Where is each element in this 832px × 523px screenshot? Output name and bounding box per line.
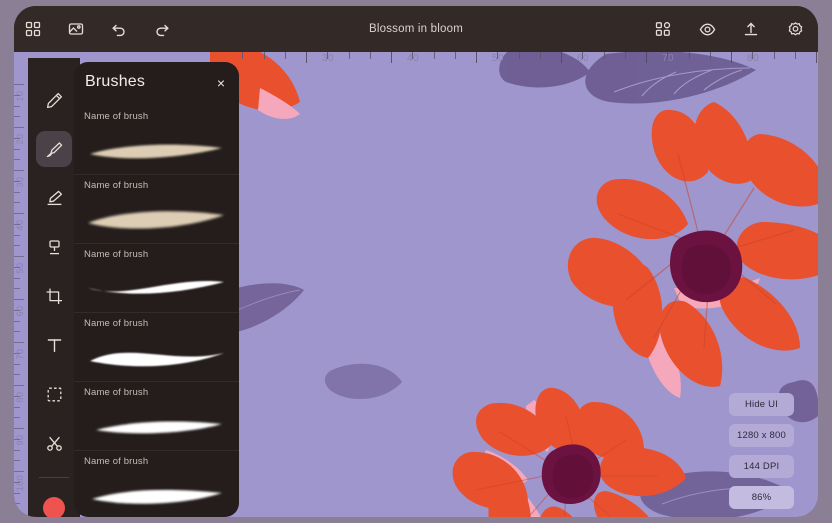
- brush-stroke-preview: [82, 473, 232, 515]
- panel-title: Brushes: [85, 73, 145, 91]
- rail-divider: [39, 477, 69, 478]
- paintbrush-tool[interactable]: [36, 131, 72, 167]
- brush-item-label: Name of brush: [84, 111, 148, 122]
- canvas-dimensions-badge[interactable]: 1280 x 800: [729, 424, 794, 447]
- select-tool[interactable]: [36, 376, 72, 412]
- preview-eye-icon[interactable]: [694, 16, 720, 42]
- apps-grid-icon[interactable]: [20, 16, 46, 42]
- zoom-level-badge[interactable]: 86%: [729, 486, 794, 509]
- gallery-image-icon[interactable]: [63, 16, 89, 42]
- canvas-dpi-badge[interactable]: 144 DPI: [729, 455, 794, 478]
- brush-item-label: Name of brush: [84, 249, 148, 260]
- top-toolbar: Blossom in bloom: [14, 6, 818, 52]
- page-title: Blossom in bloom: [369, 23, 463, 35]
- brush-stroke-preview: [82, 404, 232, 446]
- brush-item-label: Name of brush: [84, 318, 148, 329]
- flower-center: [670, 230, 742, 302]
- text-tool[interactable]: [36, 327, 72, 363]
- marker-tool[interactable]: [36, 180, 72, 216]
- brush-stroke-preview: [82, 197, 232, 239]
- cut-tool[interactable]: [36, 425, 72, 461]
- hide-ui-button[interactable]: Hide UI: [729, 393, 794, 416]
- brush-list[interactable]: Name of brush Name of brush Name of brush N…: [74, 106, 239, 517]
- undo-icon[interactable]: [106, 16, 132, 42]
- toolbar-left-group: [20, 6, 175, 52]
- brushes-panel: Brushes × Name of brushName of brushName…: [74, 62, 239, 517]
- primary-color-swatch[interactable]: [36, 490, 72, 517]
- brush-item[interactable]: Name of brush: [74, 382, 239, 451]
- stamp-tool[interactable]: [36, 229, 72, 265]
- app-window: Blossom in bloom: [14, 6, 818, 517]
- tool-rail: [28, 58, 80, 517]
- redo-icon[interactable]: [149, 16, 175, 42]
- brush-item[interactable]: Name of brush: [74, 175, 239, 244]
- close-icon[interactable]: ×: [212, 74, 230, 92]
- brush-item-label: Name of brush: [84, 180, 148, 191]
- brush-item-label: Name of brush: [84, 456, 148, 467]
- crop-tool[interactable]: [36, 278, 72, 314]
- app-root: Blossom in bloom: [0, 0, 832, 523]
- share-upload-icon[interactable]: [738, 16, 764, 42]
- brush-stroke-preview: [82, 266, 232, 308]
- flower-center: [542, 444, 601, 504]
- panel-header: Brushes ×: [74, 62, 239, 106]
- brush-stroke-preview: [82, 335, 232, 377]
- brush-stroke-preview: [82, 128, 232, 170]
- brush-item-label: Name of brush: [84, 387, 148, 398]
- brush-item[interactable]: Name of brush: [74, 451, 239, 517]
- brush-item[interactable]: Name of brush: [74, 313, 239, 382]
- brush-item[interactable]: Name of brush: [74, 244, 239, 313]
- brush-item[interactable]: Name of brush: [74, 106, 239, 175]
- toolbar-right-group: [650, 6, 808, 52]
- pencil-tool[interactable]: [36, 82, 72, 118]
- settings-gear-icon[interactable]: [782, 16, 808, 42]
- canvas-hud: Hide UI 1280 x 800 144 DPI 86%: [729, 393, 794, 509]
- layers-icon[interactable]: [650, 16, 676, 42]
